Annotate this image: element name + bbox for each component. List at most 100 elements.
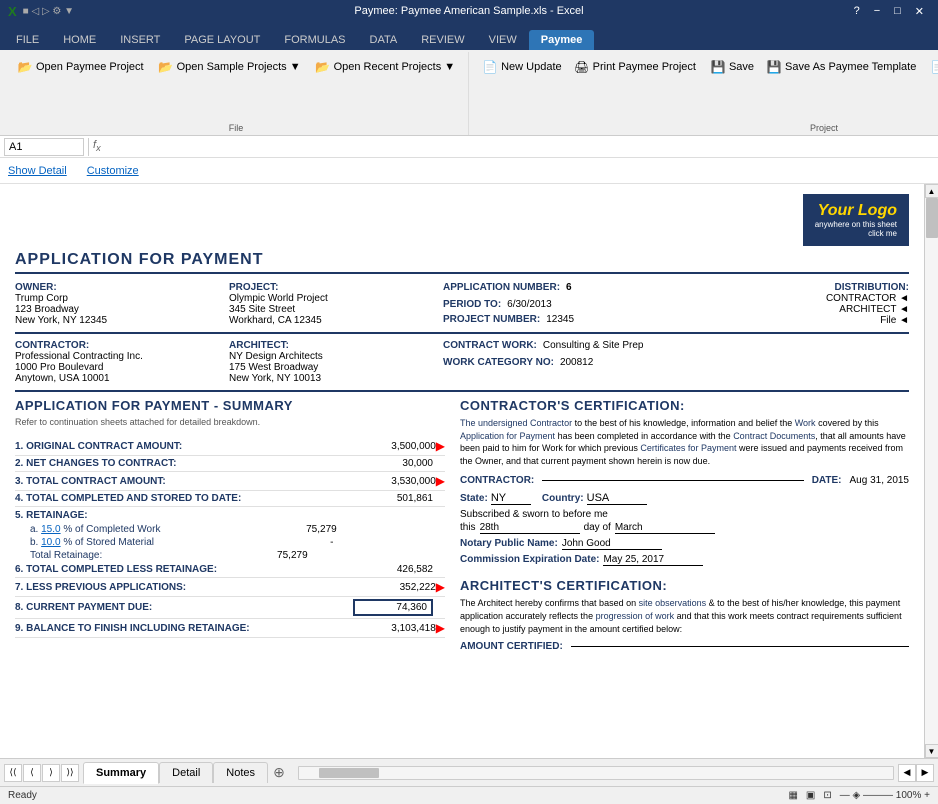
tab-prev-button[interactable]: ⟨	[23, 764, 41, 782]
ribbon-tabs-bar: FILE HOME INSERT PAGE LAYOUT FORMULAS DA…	[0, 22, 938, 50]
contractor-label: CONTRACTOR:	[15, 340, 225, 351]
contractor-address1: 1000 Pro Boulevard	[15, 362, 225, 373]
status-normal-view[interactable]: ▦	[788, 790, 797, 801]
open-sample-projects-button[interactable]: 📂 Open Sample Projects ▼	[153, 56, 306, 78]
cert-text: The undersigned Contractor to the best o…	[460, 417, 909, 467]
cert-contractor-row: CONTRACTOR: DATE: Aug 31, 2015	[460, 475, 909, 486]
folder-icon: 📂	[158, 59, 174, 75]
h-scroll-thumb[interactable]	[319, 768, 379, 778]
line-item-8-label: 8. CURRENT PAYMENT DUE:	[15, 602, 353, 613]
tab-formulas[interactable]: FORMULAS	[272, 30, 357, 50]
status-page-break-view[interactable]: ⊡	[823, 790, 831, 801]
scroll-track[interactable]	[925, 198, 938, 744]
summary-title: APPLICATION FOR PAYMENT - SUMMARY	[15, 398, 445, 413]
retainage-b-pct[interactable]: 10.0	[41, 537, 60, 548]
arrow-3: ▶	[436, 474, 445, 488]
cert-notary-row: Notary Public Name: John Good	[460, 538, 909, 550]
retainage-b-value: -	[253, 537, 333, 548]
summary-section: APPLICATION FOR PAYMENT - SUMMARY Refer …	[15, 398, 445, 652]
ribbon-group-project-label: Project	[810, 119, 838, 133]
show-detail-link[interactable]: Show Detail	[8, 165, 67, 177]
cert-commission-row: Commission Expiration Date: May 25, 2017	[460, 554, 909, 566]
application-title: APPLICATION FOR PAYMENT	[15, 251, 909, 274]
arrow-7: ▶	[436, 580, 445, 594]
formula-input[interactable]	[105, 141, 934, 153]
line-item-3-value: 3,530,000	[356, 476, 436, 487]
h-scroll-right[interactable]: ▶	[916, 764, 934, 782]
cert-day-value: March	[615, 522, 715, 534]
cert-day-label: day of	[584, 522, 611, 533]
retainage-a: a. 15.0 % of Completed Work 75,279	[15, 523, 445, 536]
tab-file[interactable]: FILE	[4, 30, 51, 50]
ribbon: 📂 Open Paymee Project 📂 Open Sample Proj…	[0, 50, 938, 136]
dist-contractor: CONTRACTOR ◄	[779, 293, 909, 304]
ribbon-group-file: 📂 Open Paymee Project 📂 Open Sample Proj…	[4, 52, 469, 135]
owner-label: OWNER:	[15, 282, 225, 293]
period-value: 6/30/2013	[507, 299, 552, 310]
help-button[interactable]: ?	[848, 5, 866, 18]
tab-data[interactable]: DATA	[358, 30, 410, 50]
tab-first-button[interactable]: ⟨⟨	[4, 764, 22, 782]
vertical-scrollbar[interactable]: ▲ ▼	[924, 184, 938, 758]
open-paymee-project-button[interactable]: 📂 Open Paymee Project	[12, 56, 149, 78]
architect-name: NY Design Architects	[229, 351, 439, 362]
arrow-9: ▶	[436, 621, 445, 635]
horizontal-scrollbar[interactable]	[298, 766, 894, 780]
tab-add-button[interactable]: ⊕	[268, 762, 290, 784]
status-right: ▦ ▣ ⊡ — ◈ ——— 100% +	[788, 790, 930, 801]
cert-state-value: NY	[491, 492, 531, 505]
project-number-value: 12345	[546, 314, 574, 325]
line-item-4-value: 501,861	[353, 493, 433, 504]
retainage-total-label: Total Retainage:	[30, 550, 102, 561]
retainage-b-label: b. 10.0 % of Stored Material	[30, 537, 154, 548]
dist-architect: ARCHITECT ◄	[779, 304, 909, 315]
tab-view[interactable]: VIEW	[477, 30, 529, 50]
tab-review[interactable]: REVIEW	[409, 30, 476, 50]
architect-address2: New York, NY 10013	[229, 373, 439, 384]
maximize-button[interactable]: □	[888, 5, 907, 18]
tab-last-button[interactable]: ⟩⟩	[61, 764, 79, 782]
project-address1: 345 Site Street	[229, 304, 439, 315]
new-update-button[interactable]: 📄 New Update	[477, 56, 567, 78]
logo-subtext1: anywhere on this sheet	[815, 220, 897, 229]
tab-home[interactable]: HOME	[51, 30, 108, 50]
line-item-1: 1. ORIGINAL CONTRACT AMOUNT: 3,500,000 ▶	[15, 437, 445, 456]
status-page-layout-view[interactable]: ▣	[806, 790, 815, 801]
tab-insert[interactable]: INSERT	[108, 30, 172, 50]
save-button[interactable]: 💾 Save	[705, 56, 759, 78]
retainage-a-pct[interactable]: 15.0	[41, 524, 60, 535]
scroll-down-button[interactable]: ▼	[925, 744, 938, 758]
print-paymee-button[interactable]: 🖨 Print Paymee Project	[569, 56, 701, 78]
tab-next-button[interactable]: ⟩	[42, 764, 60, 782]
function-icon: fx	[93, 139, 101, 153]
save-as-template-button[interactable]: 💾 Save As Paymee Template	[761, 56, 921, 78]
contractor-name: Professional Contracting Inc.	[15, 351, 225, 362]
customize-link[interactable]: Customize	[87, 165, 139, 177]
tab-paymee[interactable]: Paymee	[529, 30, 595, 50]
tab-detail[interactable]: Detail	[159, 762, 213, 783]
close-button[interactable]: ✕	[909, 5, 930, 18]
new-project-button[interactable]: 📄 New Project	[925, 56, 938, 78]
open-recent-projects-button[interactable]: 📂 Open Recent Projects ▼	[310, 56, 461, 78]
tab-summary[interactable]: Summary	[83, 762, 159, 784]
project-block: PROJECT: Olympic World Project 345 Site …	[229, 282, 439, 326]
scroll-thumb[interactable]	[926, 198, 938, 238]
company-logo[interactable]: Your Logo anywhere on this sheet click m…	[803, 194, 909, 246]
retainage-b: b. 10.0 % of Stored Material -	[15, 536, 445, 549]
amount-certified-label: AMOUNT CERTIFIED:	[460, 641, 563, 652]
scroll-up-button[interactable]: ▲	[925, 184, 938, 198]
sheet-tabs-bar: ⟨⟨ ⟨ ⟩ ⟩⟩ Summary Detail Notes ⊕ ◀ ▶	[0, 758, 938, 786]
tab-notes[interactable]: Notes	[213, 762, 268, 783]
zoom-slider[interactable]: — ◈ ——— 100% +	[840, 790, 930, 801]
h-scroll-left[interactable]: ◀	[898, 764, 916, 782]
folder-open-icon: 📂	[17, 59, 33, 75]
architect-address1: 175 West Broadway	[229, 362, 439, 373]
status-bar: Ready ▦ ▣ ⊡ — ◈ ——— 100% +	[0, 786, 938, 804]
cert-commission-label: Commission Expiration Date:	[460, 554, 599, 565]
tab-page-layout[interactable]: PAGE LAYOUT	[172, 30, 272, 50]
minimize-button[interactable]: −	[868, 5, 886, 18]
arrow-1: ▶	[436, 439, 445, 453]
name-box[interactable]	[4, 138, 84, 156]
owner-address1: 123 Broadway	[15, 304, 225, 315]
cert-date-label: DATE:	[812, 475, 842, 486]
